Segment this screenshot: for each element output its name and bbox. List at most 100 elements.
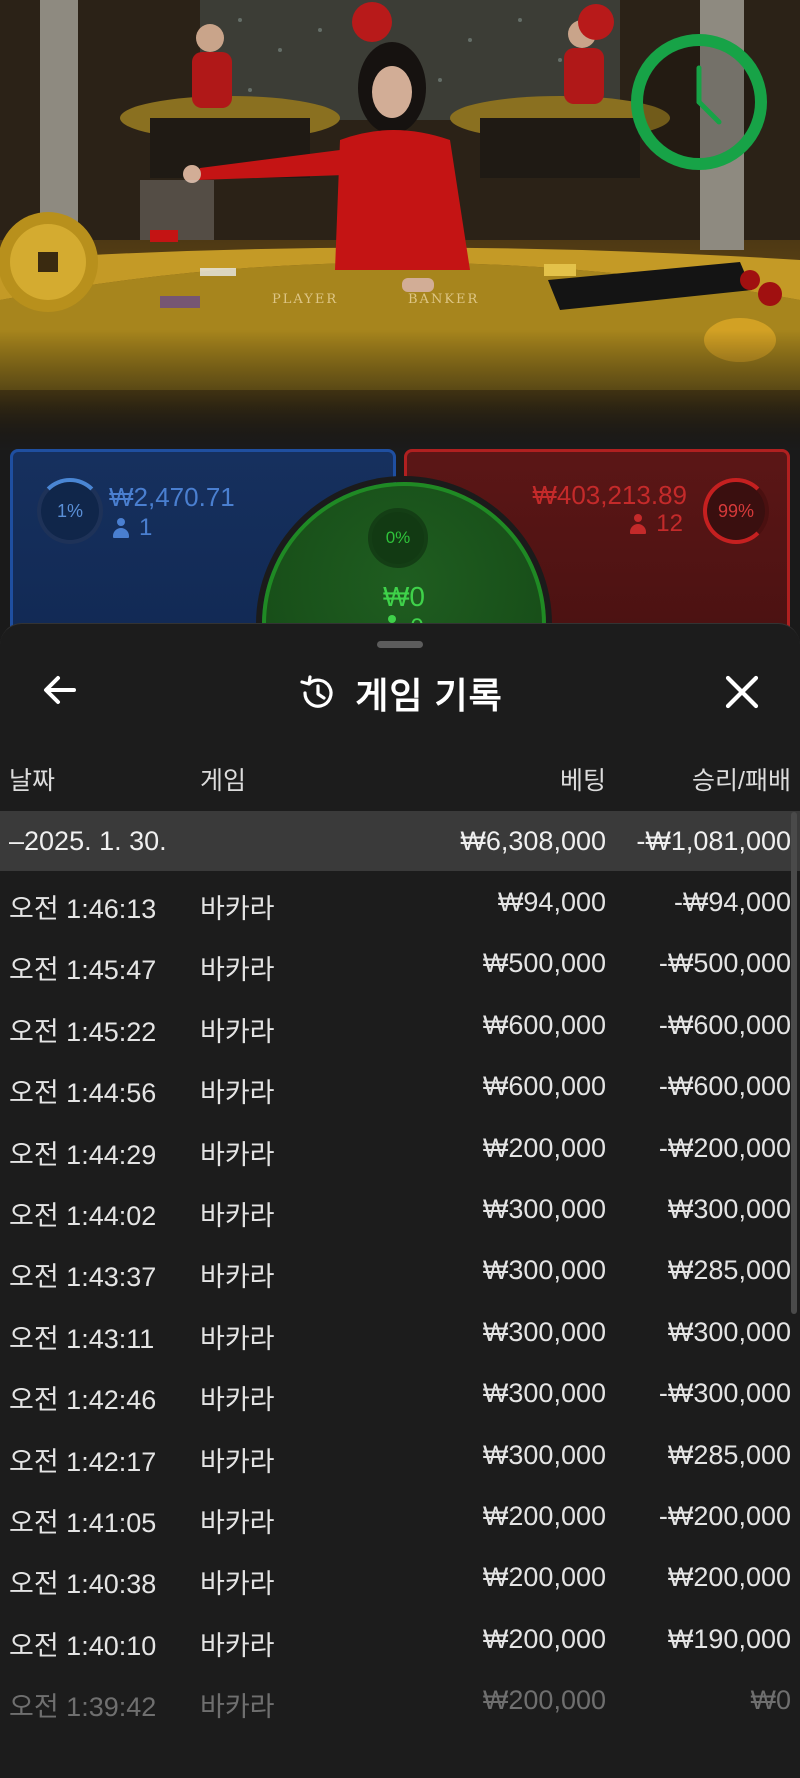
banker-count-value: 12 [656, 510, 683, 537]
row-bet: ₩94,000 [497, 887, 606, 917]
clock-icon [631, 34, 767, 170]
row-time: 오전 1:42:17 [9, 1446, 157, 1477]
table-label-banker: BANKER [408, 292, 480, 307]
date-group-win-loss-total: -₩1,081,000 [636, 826, 791, 856]
table-row[interactable]: 오전 1:41:05 바카라 ₩200,000 -₩200,000 [0, 1485, 800, 1546]
player-bet-amount: ₩2,470.71 [109, 482, 235, 512]
row-game: 바카라 [200, 1507, 275, 1538]
column-header-game[interactable]: 게임 [200, 761, 246, 797]
row-bet: ₩300,000 [482, 1255, 606, 1286]
row-win-loss: -₩94,000 [673, 887, 791, 917]
banker-bettor-count: 12 [630, 510, 683, 538]
person-icon [630, 514, 647, 534]
table-row[interactable]: 오전 1:42:46 바카라 ₩300,000 -₩300,000 [0, 1362, 800, 1423]
row-bet: ₩500,000 [482, 948, 606, 979]
row-time: 오전 1:45:22 [9, 1016, 157, 1047]
back-button[interactable] [38, 668, 82, 712]
row-win-loss: ₩190,000 [667, 1623, 791, 1654]
row-time: 오전 1:40:10 [9, 1630, 157, 1661]
row-game: 바카라 [200, 1446, 275, 1477]
row-time: 오전 1:41:05 [9, 1507, 157, 1538]
sheet-header: 게임 기록 [0, 668, 800, 718]
round-timer [627, 30, 771, 174]
row-time: 오전 1:44:29 [9, 1139, 157, 1170]
row-time: 오전 1:45:47 [9, 955, 157, 986]
row-win-loss: -₩500,000 [658, 948, 791, 979]
banker-bet-amount: ₩403,213.89 [532, 480, 687, 510]
row-game: 바카라 [200, 1139, 275, 1170]
table-row[interactable]: 오전 1:45:22 바카라 ₩600,000 -₩600,000 [0, 994, 800, 1055]
sheet-title: 게임 기록 [355, 675, 503, 716]
row-win-loss: ₩285,000 [667, 1439, 791, 1470]
row-game: 바카라 [200, 1078, 275, 1109]
row-bet: ₩600,000 [482, 1009, 606, 1040]
row-win-loss: ₩300,000 [667, 1316, 791, 1347]
table-row[interactable]: 오전 1:39:42 바카라 ₩200,000 ₩0 [0, 1669, 800, 1730]
row-bet: ₩200,000 [482, 1685, 606, 1716]
row-bet: ₩200,000 [482, 1500, 606, 1531]
table-row[interactable]: 오전 1:44:56 바카라 ₩600,000 -₩600,000 [0, 1055, 800, 1116]
table-row[interactable]: 오전 1:46:13 바카라 ₩94,000 -₩94,000 [0, 871, 800, 932]
row-win-loss: ₩200,000 [667, 1562, 791, 1593]
banker-percent-ring: 99% [703, 478, 769, 544]
row-time: 오전 1:43:11 [9, 1323, 155, 1354]
row-game: 바카라 [200, 1692, 275, 1723]
app-screen: PLAYER BANKER 1% ₩2,470.71 1 ₩403,213.89… [0, 0, 800, 1778]
row-game: 바카라 [200, 1569, 275, 1600]
tie-percent-ring: 0% [368, 508, 428, 568]
history-table-header: 날짜 게임 베팅 승리/패배 [0, 761, 800, 801]
row-time: 오전 1:44:56 [9, 1078, 157, 1109]
table-row[interactable]: 오전 1:43:11 바카라 ₩300,000 ₩300,000 [0, 1301, 800, 1362]
row-win-loss: ₩0 [750, 1685, 792, 1716]
row-game: 바카라 [200, 1630, 275, 1661]
row-game: 바카라 [200, 955, 275, 986]
row-game: 바카라 [200, 1016, 275, 1047]
row-game: 바카라 [200, 894, 275, 924]
close-icon [725, 675, 759, 709]
table-row[interactable]: 오전 1:44:29 바카라 ₩200,000 -₩200,000 [0, 1117, 800, 1178]
date-group-row[interactable]: –2025. 1. 30. ₩6,308,000 -₩1,081,000 [0, 811, 800, 871]
arrow-left-icon [44, 676, 76, 704]
row-bet: ₩200,000 [482, 1623, 606, 1654]
table-row[interactable]: 오전 1:44:02 바카라 ₩300,000 ₩300,000 [0, 1178, 800, 1239]
row-bet: ₩200,000 [482, 1132, 606, 1163]
close-button[interactable] [718, 668, 766, 716]
row-bet: ₩300,000 [482, 1378, 606, 1409]
row-bet: ₩300,000 [482, 1316, 606, 1347]
table-row[interactable]: 오전 1:45:47 바카라 ₩500,000 -₩500,000 [0, 932, 800, 993]
player-count-value: 1 [139, 514, 153, 541]
column-header-date[interactable]: 날짜 [9, 761, 55, 797]
row-bet: ₩200,000 [482, 1562, 606, 1593]
row-time: 오전 1:40:38 [9, 1569, 157, 1600]
row-game: 바카라 [200, 1200, 275, 1231]
history-scrollbar[interactable] [791, 812, 797, 1314]
player-percent-ring: 1% [37, 478, 103, 544]
row-time: 오전 1:44:02 [9, 1200, 157, 1231]
sheet-drag-handle[interactable] [377, 641, 423, 648]
date-group-label: –2025. 1. 30. [9, 826, 167, 856]
row-win-loss: -₩200,000 [658, 1500, 791, 1531]
date-group-bet-total: ₩6,308,000 [460, 826, 606, 856]
table-row[interactable]: 오전 1:40:38 바카라 ₩200,000 ₩200,000 [0, 1546, 800, 1607]
row-time: 오전 1:42:46 [9, 1385, 157, 1416]
row-bet: ₩300,000 [482, 1193, 606, 1224]
history-icon [297, 673, 337, 713]
column-header-win-loss[interactable]: 승리/패배 [692, 761, 791, 797]
live-dealer-video[interactable]: PLAYER BANKER [0, 0, 800, 450]
tie-bet-amount: ₩0 [383, 581, 425, 612]
row-win-loss: -₩200,000 [658, 1132, 791, 1163]
row-win-loss: -₩600,000 [658, 1009, 791, 1040]
column-header-bet[interactable]: 베팅 [560, 761, 606, 797]
row-game: 바카라 [200, 1262, 275, 1293]
row-time: 오전 1:43:37 [9, 1262, 157, 1293]
table-row[interactable]: 오전 1:40:10 바카라 ₩200,000 ₩190,000 [0, 1608, 800, 1669]
row-win-loss: -₩600,000 [658, 1071, 791, 1102]
person-icon [113, 518, 129, 538]
history-rows: 오전 1:46:13 바카라 ₩94,000 -₩94,000 오전 1:45:47 바… [0, 871, 800, 1730]
table-row[interactable]: 오전 1:43:37 바카라 ₩300,000 ₩285,000 [0, 1239, 800, 1300]
row-bet: ₩600,000 [482, 1071, 606, 1102]
table-label-player: PLAYER [272, 292, 339, 307]
row-win-loss: ₩285,000 [667, 1255, 791, 1286]
table-row[interactable]: 오전 1:42:17 바카라 ₩300,000 ₩285,000 [0, 1424, 800, 1485]
game-history-sheet: 게임 기록 날짜 게임 베팅 승리/패배 –2025. 1. 30. ₩6,30… [0, 623, 800, 1778]
